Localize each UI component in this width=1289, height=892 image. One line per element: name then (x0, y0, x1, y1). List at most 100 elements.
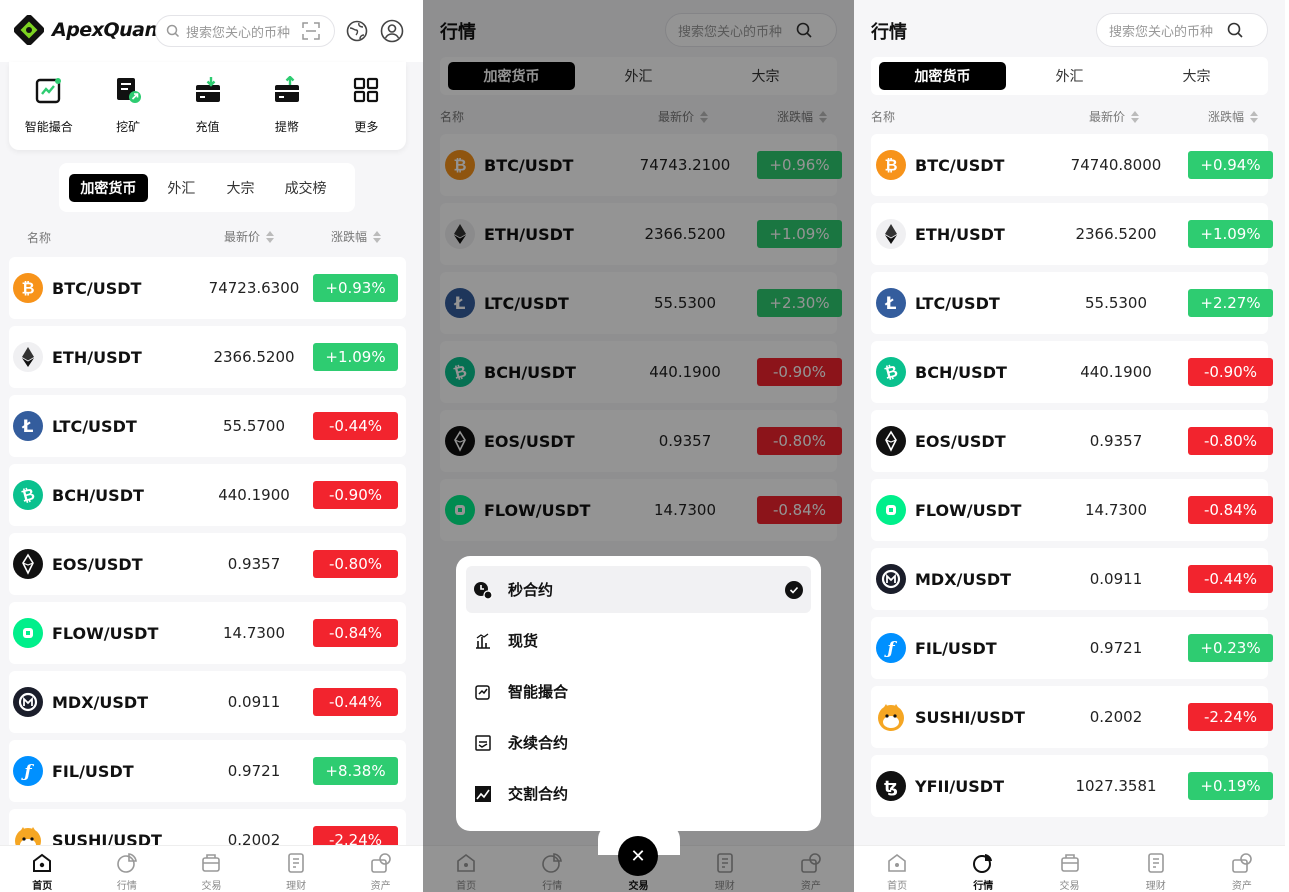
market-row[interactable]: ƒ FIL/USDT 0.9721 +8.38% (9, 740, 406, 802)
last-price: 74723.6300 (208, 279, 300, 297)
quick-withdraw[interactable]: 提幣 (247, 62, 326, 150)
yfii-icon: ꜩ (876, 771, 906, 801)
market-row[interactable]: SUSHI/USDT 0.2002 -2.24% (871, 686, 1273, 748)
change-badge: -2.24% (1188, 703, 1273, 731)
nav-label: 理财 (1145, 881, 1166, 892)
change-badge: -0.44% (313, 688, 398, 716)
pair-name: EOS/USDT (52, 554, 143, 574)
market-row[interactable]: FLOW/USDT 14.7300 -0.84% (9, 602, 406, 664)
sort-icon (1250, 110, 1259, 123)
close-icon[interactable]: ✕ (618, 836, 658, 876)
tab-volume-rank[interactable]: 成交榜 (266, 174, 345, 202)
nav-label: 资产 (370, 881, 391, 892)
menu-item-delivery[interactable]: 交割合约 (466, 770, 811, 817)
col-name-header: 名称 (871, 110, 896, 124)
quick-more[interactable]: 更多 (327, 62, 406, 150)
last-price: 0.9721 (1089, 639, 1143, 657)
sushi-icon (876, 702, 906, 732)
tab-crypto[interactable]: 加密货币 (879, 62, 1006, 90)
change-badge: -0.90% (313, 481, 398, 509)
nav-trade[interactable]: 交易 (169, 846, 254, 892)
nav-home[interactable]: 首页 (854, 846, 940, 892)
last-price: 14.7300 (222, 624, 286, 642)
smart-match-icon (33, 74, 65, 106)
nav-finance[interactable]: 理财 (1113, 846, 1199, 892)
change-badge: +8.38% (313, 757, 398, 785)
home-header: ApexQuant 搜索您关心的币种 (0, 0, 423, 62)
last-price: 440.1900 (218, 486, 290, 504)
col-price-header[interactable]: 最新价 (224, 228, 275, 245)
market-row[interactable]: MDX/USDT 0.0911 -0.44% (871, 548, 1273, 610)
market-row[interactable]: EOS/USDT 0.9357 -0.80% (9, 533, 406, 595)
search-placeholder: 搜索您关心的币种 (186, 25, 291, 41)
bottom-nav: 首页 行情 交易 理财 资产 (0, 845, 423, 892)
col-change-header[interactable]: 涨跌幅 (331, 228, 382, 245)
finance-icon (1144, 852, 1168, 874)
menu-item-second-contract[interactable]: 秒合约 (466, 566, 811, 613)
nav-finance[interactable]: 理财 (254, 846, 339, 892)
search-icon (166, 24, 180, 38)
market-row[interactable]: ETH/USDT 2366.5200 +1.09% (9, 326, 406, 388)
tab-forex[interactable]: 外汇 (1006, 62, 1133, 90)
pair-name: YFII/USDT (915, 776, 1004, 796)
nav-trade[interactable]: 交易 (1026, 846, 1112, 892)
finance-icon (284, 852, 308, 874)
market-row[interactable]: ₿ BTC/USDT 74723.6300 +0.93% (9, 257, 406, 319)
trade-icon (199, 852, 223, 874)
tab-forex[interactable]: 外汇 (148, 174, 215, 202)
market-row[interactable]: ₿ BCH/USDT 440.1900 -0.90% (9, 464, 406, 526)
mining-icon (112, 74, 144, 106)
change-badge: +0.93% (313, 274, 398, 302)
market-row[interactable]: ETH/USDT 2366.5200 +1.09% (871, 203, 1273, 265)
last-price: 2366.5200 (213, 348, 295, 366)
quick-mining[interactable]: 挖矿 (88, 62, 167, 150)
nav-label: 行情 (116, 881, 137, 892)
change-badge: -0.80% (313, 550, 398, 578)
change-badge: -0.84% (1188, 496, 1273, 524)
ethereum-icon (876, 219, 906, 249)
market-row[interactable]: Ł LTC/USDT 55.5300 +2.27% (871, 272, 1273, 334)
market-row[interactable]: FLOW/USDT 14.7300 -0.84% (871, 479, 1273, 541)
home-screen: ApexQuant 搜索您关心的币种 智能撮合 挖矿 充值 提幣 更多 加密货币… (0, 0, 423, 892)
tab-crypto[interactable]: 加密货币 (69, 173, 148, 202)
search-bar[interactable]: 搜索您关心的币种 (1096, 13, 1268, 47)
nav-home[interactable]: 首页 (0, 846, 85, 892)
quick-smart-match[interactable]: 智能撮合 (9, 62, 88, 150)
col-price-label: 最新价 (1089, 110, 1126, 124)
search-bar[interactable]: 搜索您关心的币种 (155, 15, 335, 47)
col-price-header[interactable]: 最新价 (1089, 108, 1140, 125)
home-market-tabs: 加密货币 外汇 大宗 成交榜 (59, 163, 355, 212)
scan-icon[interactable] (302, 22, 320, 40)
menu-item-spot[interactable]: 现货 (466, 617, 811, 664)
last-price: 440.1900 (1080, 363, 1152, 381)
pair-name: BTC/USDT (52, 278, 142, 298)
market-pie-icon (115, 852, 139, 874)
market-row[interactable]: Ł LTC/USDT 55.5700 -0.44% (9, 395, 406, 457)
menu-item-perpetual[interactable]: 永续合约 (466, 719, 811, 766)
quick-deposit[interactable]: 充值 (168, 62, 247, 150)
pair-name: FIL/USDT (52, 761, 134, 781)
nav-label: 理财 (286, 881, 307, 892)
user-profile-icon[interactable] (380, 19, 404, 43)
market-row[interactable]: ₿ BTC/USDT 74740.8000 +0.94% (871, 134, 1273, 196)
col-change-header[interactable]: 涨跌幅 (1208, 108, 1259, 125)
nav-market[interactable]: 行情 (85, 846, 170, 892)
trade-icon (1058, 852, 1082, 874)
nav-assets[interactable]: 资产 (1199, 846, 1285, 892)
mdex-icon (13, 687, 43, 717)
nav-market[interactable]: 行情 (940, 846, 1026, 892)
pair-name: BCH/USDT (52, 485, 144, 505)
market-row[interactable]: ꜩ YFII/USDT 1027.3581 +0.19% (871, 755, 1273, 817)
menu-item-smart-match[interactable]: 智能撮合 (466, 668, 811, 715)
language-globe-icon[interactable] (345, 19, 369, 43)
market-row[interactable]: EOS/USDT 0.9357 -0.80% (871, 410, 1273, 472)
last-price: 1027.3581 (1075, 777, 1157, 795)
sort-icon (373, 230, 382, 243)
bitcoin-cash-icon: ₿ (13, 480, 43, 510)
tab-commodities[interactable]: 大宗 (1133, 62, 1260, 90)
market-row[interactable]: ƒ FIL/USDT 0.9721 +0.23% (871, 617, 1273, 679)
market-row[interactable]: MDX/USDT 0.0911 -0.44% (9, 671, 406, 733)
nav-assets[interactable]: 资产 (338, 846, 423, 892)
market-row[interactable]: ₿ BCH/USDT 440.1900 -0.90% (871, 341, 1273, 403)
tab-commodities[interactable]: 大宗 (215, 174, 266, 202)
